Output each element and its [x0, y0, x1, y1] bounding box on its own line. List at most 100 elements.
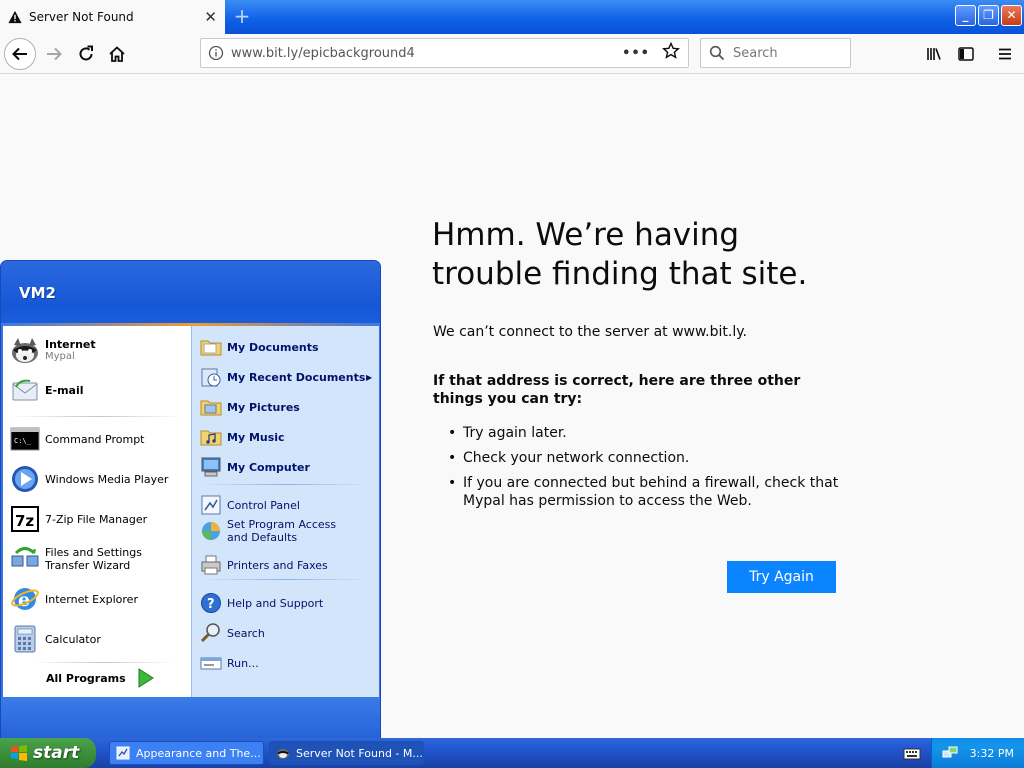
- taskbar: start Appearance and The... Server Not F…: [0, 738, 1024, 768]
- email-icon: [9, 374, 41, 406]
- program-command-prompt[interactable]: C:\_ Command Prompt: [9, 423, 145, 455]
- place-help-support[interactable]: ? Help and Support: [200, 592, 323, 614]
- place-label: My Music: [227, 430, 285, 444]
- place-label: Help and Support: [227, 596, 324, 610]
- place-my-music[interactable]: My Music: [200, 426, 285, 448]
- place-label: My Recent Documents: [227, 370, 366, 384]
- program-label: Calculator: [45, 632, 101, 646]
- page-actions-icon[interactable]: •••: [622, 46, 650, 61]
- pinned-internet[interactable]: Internet Mypal: [9, 334, 96, 366]
- all-programs-button[interactable]: All Programs: [46, 668, 154, 688]
- place-printers-faxes[interactable]: Printers and Faxes: [200, 554, 328, 576]
- command-prompt-icon: C:\_: [9, 423, 41, 455]
- sidebar-icon: [958, 47, 974, 61]
- hamburger-menu-icon: [999, 48, 1011, 60]
- clock[interactable]: 3:32 PM: [970, 747, 1014, 760]
- place-label: Run...: [227, 656, 259, 670]
- place-control-panel[interactable]: Control Panel: [200, 494, 300, 516]
- place-my-computer[interactable]: My Computer: [200, 456, 310, 478]
- start-menu: VM2 Internet Mypal E-mail C:\_ Command Pr…: [0, 260, 381, 740]
- program-calculator[interactable]: Calculator: [9, 623, 101, 655]
- svg-text:?: ?: [207, 597, 215, 612]
- start-menu-right-pane: My Documents My Recent Documents ▶ My Pi…: [191, 326, 379, 697]
- svg-text:C:\_: C:\_: [14, 437, 32, 445]
- bookmark-star-icon[interactable]: [662, 41, 680, 64]
- restore-button[interactable]: ❐: [978, 5, 999, 26]
- reload-button[interactable]: [70, 38, 102, 70]
- sidebar-button[interactable]: [950, 38, 982, 70]
- control-panel-icon: [116, 746, 130, 760]
- place-program-access[interactable]: Set Program Access and Defaults: [200, 518, 360, 544]
- start-menu-left-pane: Internet Mypal E-mail C:\_ Command Prompt…: [3, 326, 191, 697]
- place-my-documents[interactable]: My Documents: [200, 336, 319, 358]
- place-label: Control Panel: [227, 498, 300, 512]
- library-button[interactable]: [918, 38, 950, 70]
- right-divider: [200, 484, 370, 485]
- taskbar-item-appearance[interactable]: Appearance and The...: [109, 741, 264, 765]
- tab-title: Server Not Found: [29, 10, 134, 24]
- search-input[interactable]: Search: [700, 38, 851, 68]
- back-button[interactable]: [4, 38, 36, 70]
- place-run[interactable]: Run...: [200, 652, 259, 674]
- pinned-email[interactable]: E-mail: [9, 374, 84, 406]
- place-search[interactable]: Search: [200, 622, 265, 644]
- media-player-icon: [9, 463, 41, 495]
- search-placeholder: Search: [733, 45, 778, 61]
- place-label: Set Program Access and Defaults: [227, 518, 337, 544]
- url-bar[interactable]: www.bit.ly/epicbackground4 •••: [200, 38, 689, 68]
- search-icon: [709, 45, 725, 61]
- windows-logo-icon: [11, 745, 27, 761]
- place-my-recent-documents[interactable]: My Recent Documents ▶: [200, 366, 378, 388]
- program-media-player[interactable]: Windows Media Player: [9, 463, 168, 495]
- back-arrow-icon: [12, 47, 27, 61]
- program-transfer-wizard[interactable]: Files and Settings Transfer Wizard: [9, 543, 185, 575]
- home-icon: [109, 46, 125, 62]
- url-text[interactable]: www.bit.ly/epicbackground4: [231, 46, 622, 61]
- info-icon[interactable]: [201, 45, 231, 61]
- search-icon: [200, 622, 222, 644]
- try-again-button[interactable]: Try Again: [727, 561, 836, 593]
- network-icon[interactable]: [942, 745, 958, 761]
- tab-close-icon[interactable]: ✕: [204, 8, 217, 26]
- left-divider: [33, 662, 173, 663]
- menu-button[interactable]: [989, 38, 1021, 70]
- right-divider: [200, 579, 370, 580]
- taskbar-item-browser[interactable]: Server Not Found - M...: [269, 741, 424, 765]
- program-label: Windows Media Player: [45, 472, 169, 486]
- pinned-label: Internet: [45, 338, 96, 351]
- window-close-button[interactable]: ✕: [1001, 5, 1022, 26]
- mypal-icon: [277, 749, 289, 759]
- suggestion-item: If you are connected but behind a firewa…: [448, 474, 848, 510]
- start-label: start: [33, 743, 80, 763]
- forward-arrow-icon: [47, 47, 62, 61]
- control-panel-icon: [200, 494, 222, 516]
- library-icon: [927, 48, 941, 60]
- printer-icon: [200, 554, 222, 576]
- internet-explorer-icon: e: [9, 583, 41, 615]
- mypal-icon: [9, 334, 41, 366]
- start-menu-header: VM2: [1, 261, 380, 325]
- minimize-button[interactable]: _: [955, 5, 976, 26]
- place-label: My Computer: [227, 460, 310, 474]
- error-title: Hmm. We’re having trouble finding that s…: [432, 217, 808, 292]
- program-internet-explorer[interactable]: e Internet Explorer: [9, 583, 138, 615]
- user-name: VM2: [19, 284, 56, 302]
- new-tab-button[interactable]: +: [232, 4, 252, 28]
- navigation-toolbar: www.bit.ly/epicbackground4 ••• Search: [0, 34, 1024, 74]
- suggestion-list: Try again later. Check your network conn…: [448, 424, 848, 517]
- recent-docs-icon: [200, 366, 222, 388]
- keyboard-icon[interactable]: [903, 745, 921, 761]
- home-button[interactable]: [101, 38, 133, 70]
- program-7zip[interactable]: 7z 7-Zip File Manager: [9, 503, 147, 535]
- place-label: Search: [227, 626, 265, 640]
- suggestion-heading: If that address is correct, here are thr…: [433, 373, 801, 407]
- tab-server-not-found[interactable]: Server Not Found ✕: [0, 0, 225, 34]
- warning-icon: [8, 10, 22, 24]
- all-programs-label: All Programs: [46, 671, 126, 685]
- forward-button[interactable]: [38, 38, 70, 70]
- start-button[interactable]: start: [0, 738, 96, 768]
- place-my-pictures[interactable]: My Pictures: [200, 396, 300, 418]
- reload-icon: [79, 45, 93, 61]
- pinned-label: E-mail: [45, 383, 84, 397]
- pinned-sub: Mypal: [45, 351, 75, 362]
